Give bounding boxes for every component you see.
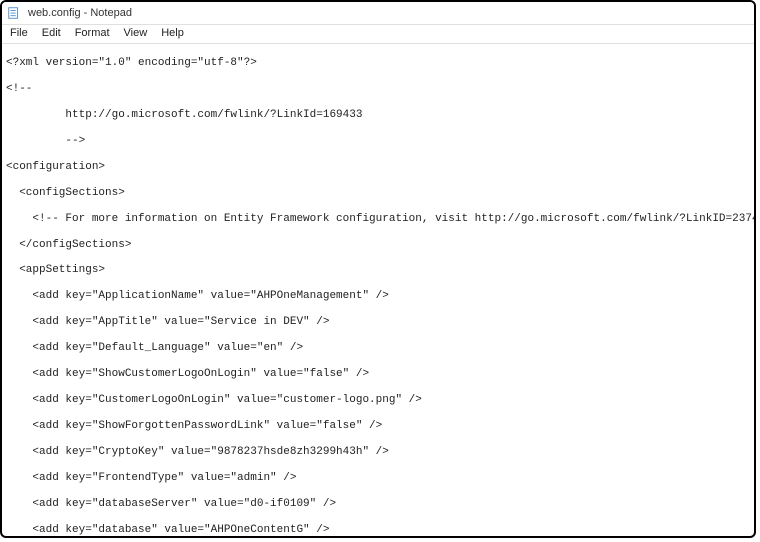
code-line: <add key="Default_Language" value="en" /…	[6, 342, 750, 355]
code-line: <configuration>	[6, 161, 750, 174]
code-line: <configSections>	[6, 187, 750, 200]
code-line: <add key="ShowForgottenPasswordLink" val…	[6, 420, 750, 433]
code-line: http://go.microsoft.com/fwlink/?LinkId=1…	[6, 109, 750, 122]
code-line: <add key="CryptoKey" value="9878237hsde8…	[6, 446, 750, 459]
menu-help[interactable]: Help	[161, 27, 184, 39]
window-title: web.config - Notepad	[28, 7, 132, 19]
menu-format[interactable]: Format	[75, 27, 110, 39]
code-line: <add key="CustomerLogoOnLogin" value="cu…	[6, 394, 750, 407]
code-line: </configSections>	[6, 239, 750, 252]
code-line: <add key="ShowCustomerLogoOnLogin" value…	[6, 368, 750, 381]
menu-edit[interactable]: Edit	[42, 27, 61, 39]
menu-file[interactable]: File	[10, 27, 28, 39]
code-line: <add key="databaseServer" value="d0-if01…	[6, 498, 750, 511]
code-line: <appSettings>	[6, 264, 750, 277]
menu-view[interactable]: View	[124, 27, 148, 39]
code-line: <add key="ApplicationName" value="AHPOne…	[6, 290, 750, 303]
code-line: <!--	[6, 83, 750, 96]
code-line: <?xml version="1.0" encoding="utf-8"?>	[6, 57, 750, 70]
code-line: <!-- For more information on Entity Fram…	[6, 213, 750, 226]
notepad-icon	[6, 5, 22, 21]
code-line: <add key="FrontendType" value="admin" />	[6, 472, 750, 485]
code-line: <add key="database" value="AHPOneContent…	[6, 524, 750, 537]
app-window: web.config - Notepad File Edit Format Vi…	[0, 0, 756, 538]
title-bar: web.config - Notepad	[2, 2, 754, 25]
code-line: -->	[6, 135, 750, 148]
menu-bar: File Edit Format View Help	[2, 25, 754, 44]
text-area[interactable]: <?xml version="1.0" encoding="utf-8"?> <…	[2, 44, 754, 538]
code-line: <add key="AppTitle" value="Service in DE…	[6, 316, 750, 329]
